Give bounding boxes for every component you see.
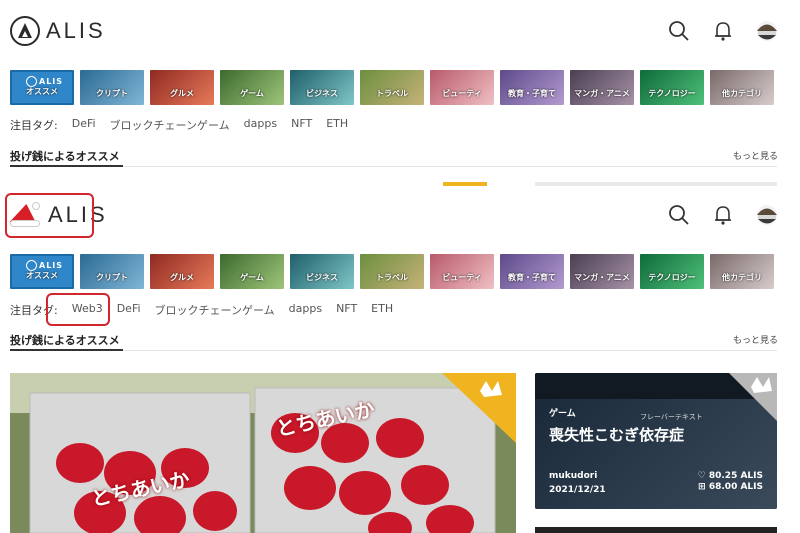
tag-link[interactable]: NFT	[336, 302, 357, 318]
category-manga-anime[interactable]: マンガ・アニメ	[570, 70, 634, 105]
logo-text: ALIS	[46, 18, 106, 43]
category-gourmet[interactable]: グルメ	[150, 70, 214, 105]
post-date: 2021/12/21	[549, 485, 606, 495]
category-beauty[interactable]: ビューティ	[430, 70, 494, 105]
category-gourmet[interactable]: グルメ	[150, 254, 214, 289]
tag-link[interactable]: DeFi	[117, 302, 141, 318]
category-game[interactable]: ゲーム	[220, 70, 284, 105]
category-education[interactable]: 教育・子育て	[500, 70, 564, 105]
alis-logo[interactable]: ALIS	[10, 16, 106, 46]
strawberry-image	[10, 373, 516, 533]
search-icon[interactable]	[668, 20, 690, 42]
category-technology[interactable]: テクノロジー	[640, 70, 704, 105]
category-technology[interactable]: テクノロジー	[640, 254, 704, 289]
category-education[interactable]: 教育・子育て	[500, 254, 564, 289]
category-crypto[interactable]: クリプト	[80, 70, 144, 105]
more-link[interactable]: もっと見る	[733, 149, 778, 162]
divider	[10, 166, 777, 167]
side-article-card[interactable]: ゲーム フレーバーテキスト 喪失性こむぎ依存症 mukudori 2021/12…	[535, 373, 777, 509]
top-header: ALIS	[0, 2, 800, 62]
tag-link[interactable]: ETH	[326, 117, 348, 133]
divider	[10, 350, 777, 351]
bell-icon[interactable]	[712, 20, 734, 42]
section-title: 投げ銭によるオススメ	[10, 150, 120, 163]
category-beauty[interactable]: ビューティ	[430, 254, 494, 289]
category-osusume[interactable]: ALIS オススメ	[10, 254, 74, 289]
tag-link[interactable]: NFT	[291, 117, 312, 133]
next-card-peek	[535, 527, 777, 533]
flavor-label: フレーバーテキスト	[640, 413, 703, 421]
alis-logo-icon	[10, 16, 40, 46]
bell-icon[interactable]	[712, 204, 734, 226]
tag-link[interactable]: ブロックチェーンゲーム	[110, 117, 230, 133]
tag-link[interactable]: ETH	[371, 302, 393, 318]
token-amount: ⊞ 68.00 ALIS	[698, 482, 763, 492]
category-business[interactable]: ビジネス	[290, 254, 354, 289]
featured-tags-top: 注目タグ: DeFi ブロックチェーンゲーム dapps NFT ETH	[10, 117, 348, 133]
category-other[interactable]: 他カテゴリ	[710, 70, 774, 105]
section-underline	[10, 165, 123, 167]
category-game[interactable]: ゲーム	[220, 254, 284, 289]
featured-article-card[interactable]: とちあいか とちあいか	[10, 373, 516, 533]
tag-link[interactable]: dapps	[289, 302, 322, 318]
category-business[interactable]: ビジネス	[290, 70, 354, 105]
category-travel[interactable]: トラベル	[360, 70, 424, 105]
tag-link[interactable]: DeFi	[72, 117, 96, 133]
category-bar-bottom: ALIS オススメ クリプト グルメ ゲーム ビジネス トラベル ビューティ 教…	[10, 254, 774, 289]
category-manga-anime[interactable]: マンガ・アニメ	[570, 254, 634, 289]
highlight-logo	[5, 193, 94, 238]
card-title: 喪失性こむぎ依存症	[549, 426, 685, 444]
like-amount: ♡ 80.25 ALIS	[697, 471, 763, 481]
crown-badge-icon	[729, 373, 777, 421]
more-link[interactable]: もっと見る	[733, 333, 778, 346]
category-osusume[interactable]: ALIS オススメ	[10, 70, 74, 105]
tags-title: 注目タグ:	[10, 119, 58, 132]
category-travel[interactable]: トラベル	[360, 254, 424, 289]
search-icon[interactable]	[668, 204, 690, 226]
category-crypto[interactable]: クリプト	[80, 254, 144, 289]
highlight-web3	[46, 293, 110, 326]
tag-link[interactable]: ブロックチェーンゲーム	[155, 302, 275, 318]
section-underline	[10, 349, 123, 351]
avatar[interactable]	[756, 20, 778, 42]
section-title: 投げ銭によるオススメ	[10, 334, 120, 347]
category-other[interactable]: 他カテゴリ	[710, 254, 774, 289]
tag-link[interactable]: dapps	[244, 117, 277, 133]
category-label: ゲーム	[549, 409, 576, 419]
category-bar-top: ALIS オススメ クリプト グルメ ゲーム ビジネス トラベル ビューティ 教…	[10, 70, 774, 105]
author-name[interactable]: mukudori	[549, 471, 597, 481]
bottom-header: ALIS	[0, 186, 800, 246]
avatar[interactable]	[756, 204, 778, 226]
